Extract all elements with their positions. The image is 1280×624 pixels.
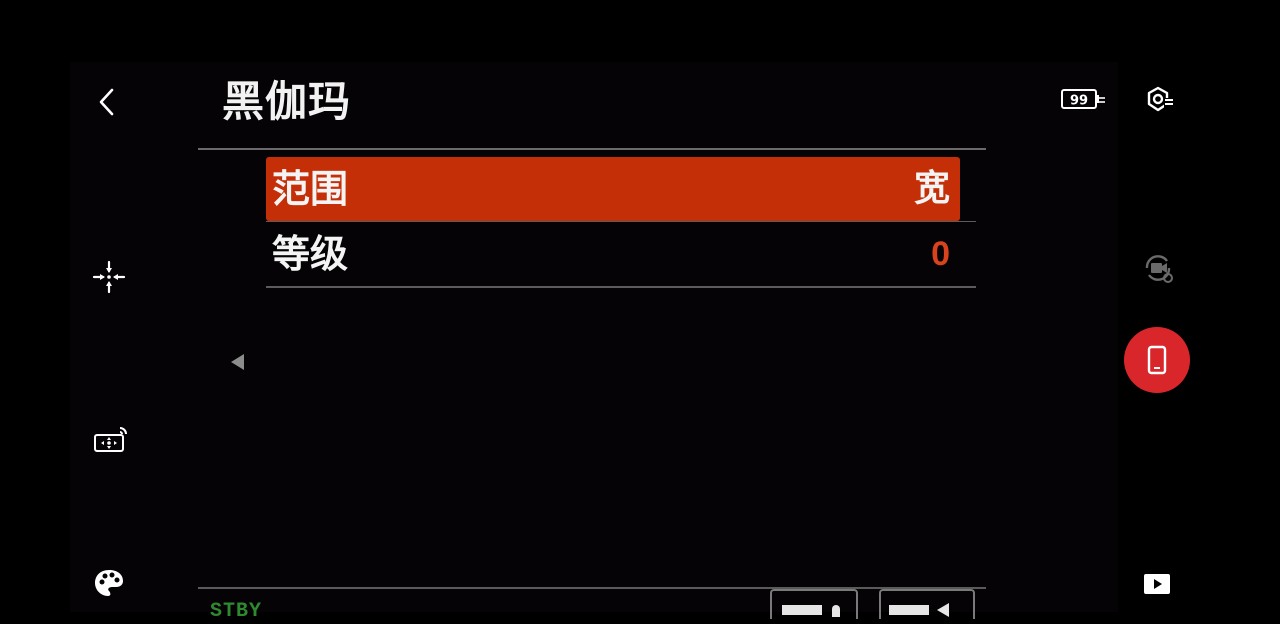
speaker-icon: [937, 603, 949, 617]
menu-item-level[interactable]: 等级 0: [266, 222, 976, 288]
meter-bar: [782, 605, 822, 615]
mic-icon: [832, 605, 840, 617]
page-left-button[interactable]: [224, 349, 250, 375]
battery-icon: 99: [1061, 89, 1105, 109]
menu-item-value: 宽: [913, 168, 950, 209]
audio-meter-box: [770, 589, 858, 619]
video-meter-box: [879, 589, 975, 619]
menu-item-label: 等级: [272, 232, 349, 276]
switch-camera-icon: [1145, 255, 1173, 283]
meter-bar: [889, 605, 929, 615]
color-palette-button[interactable]: [88, 563, 130, 603]
menu-item-range[interactable]: 范围 宽: [266, 157, 960, 221]
playback-button[interactable]: [1140, 570, 1174, 598]
menu-item-label: 范围: [272, 167, 349, 211]
bottom-divider: [198, 587, 986, 589]
palette-icon: [95, 570, 123, 596]
screen-cast-button[interactable]: [88, 420, 132, 460]
gear-settings-icon: [1147, 86, 1173, 112]
focus-cross-icon: [92, 260, 126, 294]
triangle-left-icon: [231, 354, 244, 370]
switch-camera-button[interactable]: [1138, 248, 1178, 288]
title-divider: [198, 148, 986, 150]
battery-indicator: 99: [1060, 86, 1106, 112]
phone-icon: [1147, 345, 1167, 375]
phone-mode-button[interactable]: [1124, 327, 1190, 393]
play-icon: [1144, 574, 1170, 594]
back-arrow-icon: [99, 88, 114, 116]
battery-level-text: 99: [1070, 94, 1088, 109]
page-title: 黑伽玛: [222, 77, 352, 126]
left-toolbar: [70, 62, 148, 612]
back-button[interactable]: [88, 82, 124, 122]
focus-button[interactable]: [88, 256, 130, 298]
settings-button[interactable]: [1138, 80, 1178, 120]
camera-menu-screen: [198, 62, 988, 612]
menu-item-value: 0: [931, 235, 950, 273]
status-mode-text: STBY: [210, 600, 263, 623]
screen-cast-icon: [94, 427, 127, 452]
